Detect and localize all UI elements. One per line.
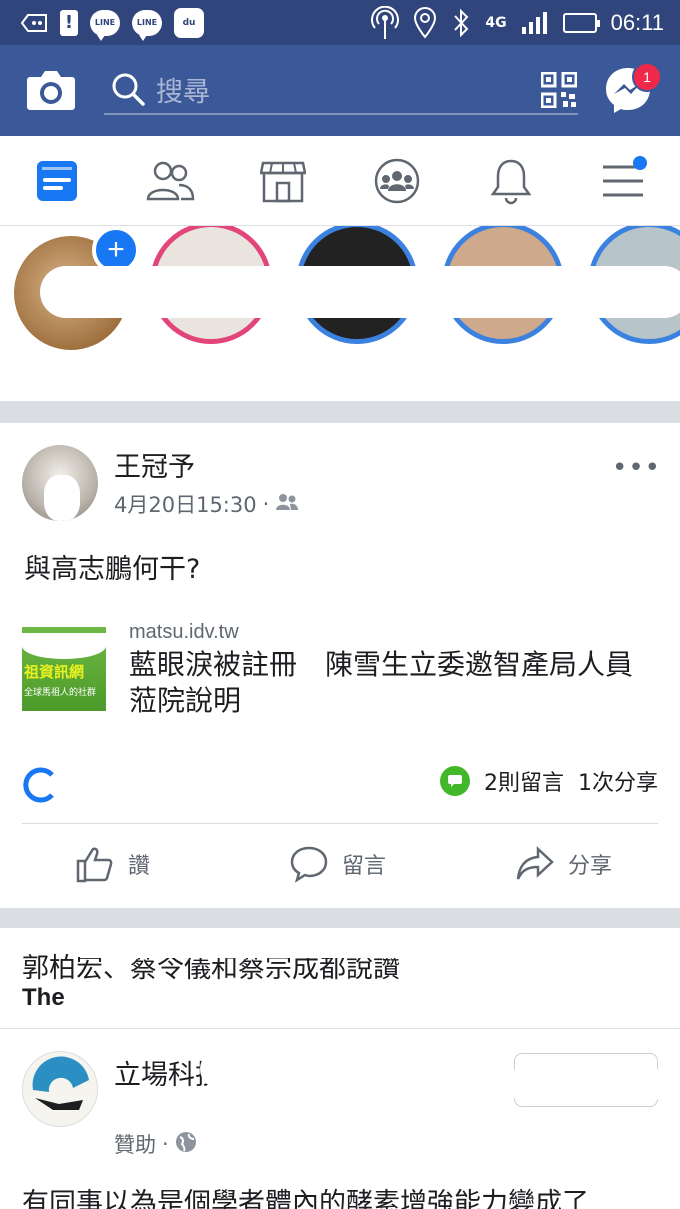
stories-tray: + xyxy=(0,226,680,401)
comment-button[interactable]: 留言 xyxy=(290,845,386,883)
comments-count[interactable]: 2則留言 xyxy=(484,765,564,797)
post-meta: 4月20日15:30 · xyxy=(114,489,299,519)
link-title: 藍眼淚被註冊 陳雪生立委邀智產局人員蒞院說明 xyxy=(129,648,634,717)
redaction xyxy=(110,1087,510,1121)
feed-post: 郭柏宏、蔡令儀和蔡宗成都說讚 The xyxy=(0,928,680,1028)
network-type: 4G xyxy=(485,14,507,31)
like-label: 讚 xyxy=(128,854,151,879)
share-label: 分享 xyxy=(568,854,613,879)
link-thumbnail: 祖資訊網 全球馬祖人的社群 xyxy=(22,627,106,711)
post-timestamp[interactable]: 4月20日15:30 xyxy=(114,489,257,519)
camera-icon[interactable] xyxy=(26,67,76,111)
messenger-badge: 1 xyxy=(632,62,662,92)
tab-marketplace[interactable] xyxy=(258,156,308,206)
post-title: The xyxy=(22,984,65,1011)
sponsored-post: 立場科技 贊助 · 有同事以為是個學者體內的酵素增強能力變成了 xyxy=(0,1028,680,1209)
voicemail-icon xyxy=(20,13,48,33)
redaction xyxy=(80,928,680,958)
like-icon xyxy=(76,847,113,883)
feed-post: 王冠予 4月20日15:30 · ••• 與高志鵬何干? 祖資訊網 全球馬祖人的… xyxy=(0,423,680,908)
meta-separator: · xyxy=(162,1132,169,1156)
sponsored-text: 有同事以為是個學者體內的酵素增強能力變成了 xyxy=(22,1188,589,1209)
alert-icon: ! xyxy=(60,9,78,36)
redaction xyxy=(40,266,680,318)
tab-groups[interactable] xyxy=(372,156,422,206)
search-icon xyxy=(108,69,148,109)
clock: 06:11 xyxy=(610,9,664,35)
tab-bar xyxy=(0,136,680,226)
reactions-icon[interactable] xyxy=(22,767,58,803)
redaction xyxy=(200,1049,520,1089)
comment-count-icon xyxy=(440,766,470,796)
feed-divider xyxy=(0,908,680,928)
redaction xyxy=(504,1069,674,1099)
like-button[interactable]: 讚 xyxy=(76,845,150,883)
du-app-icon: du xyxy=(174,7,204,38)
friends-audience-icon xyxy=(275,492,299,516)
signal-icon xyxy=(521,11,549,35)
post-stats: 2則留言 1次分享 xyxy=(22,763,658,803)
thumb-subtitle: 全球馬祖人的社群 xyxy=(24,688,97,698)
globe-icon xyxy=(175,1131,197,1158)
link-preview[interactable]: 祖資訊網 全球馬祖人的社群 matsu.idv.tw 藍眼淚被註冊 陳雪生立委邀… xyxy=(22,621,662,731)
friends-icon xyxy=(146,161,195,201)
line-app-icon: LINE xyxy=(132,9,162,41)
feed-divider xyxy=(0,401,680,423)
app-header: 搜尋 xyxy=(0,45,680,136)
tab-notifications[interactable] xyxy=(486,156,536,206)
post-author[interactable]: 王冠予 xyxy=(114,445,195,484)
thumb-title: 祖資訊網 xyxy=(24,663,85,681)
bluetooth-icon xyxy=(451,8,471,38)
post-separator xyxy=(22,823,658,824)
post-text: 與高志鵬何干? xyxy=(24,554,201,585)
menu-notification-dot xyxy=(633,156,647,170)
news-feed-icon xyxy=(37,161,77,201)
comment-icon xyxy=(290,846,328,883)
marketplace-icon xyxy=(260,161,306,203)
author-avatar[interactable] xyxy=(22,445,98,521)
post-actions: 讚 留言 分享 xyxy=(0,825,680,905)
status-bar: ! LINE LINE du 4G 06:11 xyxy=(0,0,680,45)
qr-code-icon[interactable] xyxy=(540,71,578,109)
search-placeholder: 搜尋 xyxy=(156,76,210,108)
link-domain: matsu.idv.tw xyxy=(129,621,239,643)
bell-icon xyxy=(490,159,532,205)
tab-friends[interactable] xyxy=(145,156,195,206)
tab-news-feed[interactable] xyxy=(32,156,82,206)
redaction xyxy=(200,354,680,401)
sponsor-avatar[interactable] xyxy=(22,1051,98,1127)
meta-separator: · xyxy=(262,492,270,516)
search-bar[interactable]: 搜尋 xyxy=(104,65,578,115)
line-app-icon: LINE xyxy=(90,9,120,41)
share-icon xyxy=(516,846,554,880)
comment-label: 留言 xyxy=(342,854,387,879)
more-options-icon[interactable]: ••• xyxy=(612,453,661,483)
battery-icon xyxy=(562,12,600,33)
sponsored-label[interactable]: 贊助 xyxy=(114,1129,156,1159)
shares-count[interactable]: 1次分享 xyxy=(578,765,658,797)
sponsor-meta: 贊助 · xyxy=(114,1129,197,1159)
hotspot-icon xyxy=(371,5,400,40)
groups-icon xyxy=(374,158,420,204)
location-icon xyxy=(413,6,437,39)
redaction xyxy=(80,984,680,1028)
share-button[interactable]: 分享 xyxy=(516,845,612,883)
